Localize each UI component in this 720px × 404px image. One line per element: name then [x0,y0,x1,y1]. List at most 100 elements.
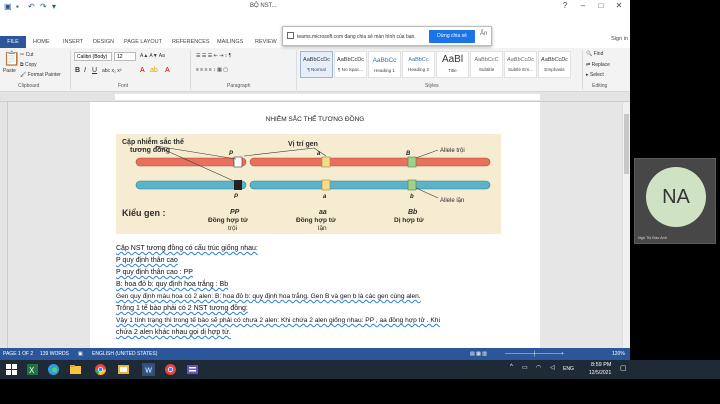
letter-P-top: P [229,151,234,157]
hide-banner-button[interactable]: Ẩn [480,31,487,37]
doc-line-7: Vậy 1 tính trạng thì trong tế bào sẽ phả… [116,317,440,324]
vertical-ruler[interactable] [0,102,8,348]
tab-design[interactable]: DESIGN [93,36,114,48]
zoom-level[interactable]: 120% [612,348,625,360]
copy-button[interactable]: ⧉ Copy [20,62,37,68]
redo-icon[interactable]: ↷ [40,2,47,11]
bold-button[interactable]: B [75,67,80,74]
wifi-icon[interactable]: ◠ [536,364,541,371]
font-effects-icon[interactable]: abc x₂ x² [102,68,121,74]
find-button[interactable]: 🔍 Find [586,51,603,57]
italic-button[interactable]: I [84,67,86,74]
file-explorer-icon[interactable] [69,363,82,376]
tab-page-layout[interactable]: PAGE LAYOUT [124,36,162,48]
app-taskbar-icon[interactable] [186,363,199,376]
horizontal-ruler[interactable] [0,92,630,102]
genotype-aa-desc2: lặn [318,225,327,232]
tab-home[interactable]: HOME [33,36,50,48]
word-taskbar-icon[interactable]: W [142,363,155,376]
style-label: ¶ Normal [307,67,326,72]
sign-in-link[interactable]: Sign in [611,36,628,42]
replace-button[interactable]: ⇄ Replace [586,62,610,68]
view-buttons-icon[interactable]: ▤ ▦ ▥ [470,348,487,360]
editing-group-label: Editing [592,83,608,89]
style-heading-2[interactable]: AaBbCc Heading 2 [402,51,435,78]
vertical-scrollbar[interactable] [622,102,630,348]
chromosome-blue-right [249,180,491,190]
genotype-PP-desc1: Đồng hợp tử [208,215,248,224]
text-effect-button[interactable]: A [165,67,170,74]
font-name-combo[interactable]: Calibri (Body) [74,52,112,61]
styles-group-label: Styles [425,83,439,89]
clock-date[interactable]: 12/5/2021 [589,370,611,376]
style-subtle-emphasis[interactable]: AaBbCcDc Subtle Em... [504,51,537,78]
zoom-slider[interactable]: –───────┼───────+ [505,348,564,360]
genotype-aa-code: aa [319,209,327,216]
genotype-PP-code: PP [230,209,240,216]
chromosome-diagram: Cặp nhiễm sắc thể tương đồng Vị trí gen … [122,137,491,232]
paste-icon[interactable]: 📋 [3,50,20,67]
notifications-icon[interactable]: ▢ [620,364,627,372]
edge-icon[interactable] [47,363,60,376]
tab-file[interactable]: FILE [0,36,26,48]
tray-chevron-icon[interactable]: ^ [510,364,513,370]
document-page[interactable]: NHIỄM SẮC THỂ TƯƠNG ĐỒNG Cặp nhiễm sắc t… [90,102,540,348]
style-heading-1[interactable]: AaBbCc Heading 1 [368,51,401,78]
bullets-icon[interactable]: ☰ ☰ ☰ ⇤ ⇥ ↕ ¶ [196,53,231,59]
input-language[interactable]: ENG [563,366,574,372]
tab-review[interactable]: REVIEW [255,36,277,48]
clock-time[interactable]: 8:59 PM [591,362,611,368]
format-painter-button[interactable]: 🖌 Format Painter [20,72,61,78]
tab-mailings[interactable]: MAILINGS [217,36,243,48]
help-icon[interactable]: ? [556,0,574,12]
font-color-button[interactable]: A [140,67,145,74]
locus-B-top [407,156,417,168]
document-area: NHIỄM SẮC THỂ TƯƠNG ĐỒNG Cặp nhiễm sắc t… [0,102,630,348]
excel-icon[interactable]: X [26,363,39,376]
select-button[interactable]: ▸ Select [586,72,604,78]
ribbon-separator [582,50,583,90]
page-count[interactable]: PAGE 1 OF 2 [3,348,33,360]
minimize-button[interactable]: – [574,0,592,12]
customize-quick-access-icon[interactable]: ▾ [52,2,56,11]
participant-tile[interactable]: NA Ngô Thị Đào Anh [634,158,716,244]
style-title[interactable]: AaBl Title [436,51,469,78]
underline-button[interactable]: U [92,67,97,74]
locus-a-top [321,156,331,168]
cut-button[interactable]: ✂ Cut [20,52,33,58]
style-subtitle[interactable]: AaBbCcC Subtitle [470,51,503,78]
style-no-spacing[interactable]: AaBbCcDc ¶ No Spac... [334,51,367,78]
chrome-taskbar-icon[interactable] [164,363,177,376]
tab-references[interactable]: REFERENCES [172,36,210,48]
style-label: Heading 2 [408,67,429,72]
proofing-icon[interactable]: ▣ [78,348,83,360]
stop-sharing-button[interactable]: Dừng chia sẻ [429,30,475,43]
undo-icon[interactable]: ↶ [28,2,35,11]
paste-button[interactable]: Paste [3,68,16,74]
photos-icon[interactable] [117,363,130,376]
language-status[interactable]: ENGLISH (UNITED STATES) [92,348,157,360]
close-button[interactable]: ✕ [610,0,628,12]
font-size-combo[interactable]: 12 [114,52,136,61]
style-preview: AaBl [441,54,464,65]
scrollbar-thumb[interactable] [624,114,629,174]
style-emphasis[interactable]: AaBbCcDc Emphasis [538,51,571,78]
word-logo-icon: ▣ [4,2,12,11]
style-label: Subtitle [478,67,495,72]
paragraph-group-label: Paragraph [227,83,251,89]
chrome-icon[interactable] [94,363,107,376]
style-normal[interactable]: AaBbCcDc ¶ Normal [300,51,333,78]
tab-insert[interactable]: INSERT [63,36,83,48]
pointer-line-locus [243,147,315,157]
save-icon[interactable]: ▪ [16,2,19,11]
word-count[interactable]: 139 WORDS [40,348,69,360]
windows-start-icon[interactable] [5,363,18,376]
align-icons[interactable]: ≡ ≡ ≡ ≡ ↕ ▦ ▢ [196,67,228,73]
grow-font-icon[interactable]: A▲ A▼ Aa [140,53,165,59]
doc-line-1: Cặp NST tương đồng có cấu trúc giống nha… [116,245,258,252]
ribbon-separator [70,50,71,90]
volume-icon[interactable]: ◁ [550,364,555,371]
network-icon[interactable]: ▭ [522,364,528,371]
restore-button[interactable]: □ [592,0,610,12]
highlight-button[interactable]: ab [150,67,158,74]
